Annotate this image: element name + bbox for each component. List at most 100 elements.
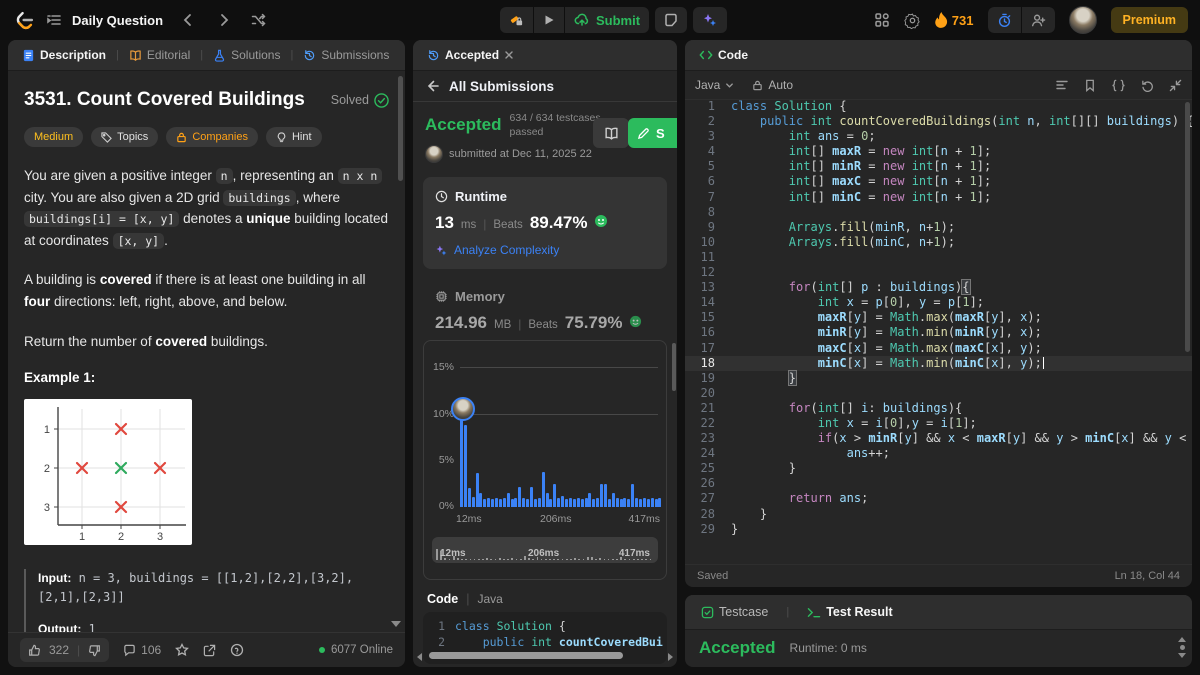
code-line[interactable]: 6 int[] maxC = new int[n + 1];: [685, 174, 1192, 189]
tab-accepted-submission[interactable]: Accepted: [423, 48, 518, 62]
leetcode-logo[interactable]: [14, 9, 36, 31]
star-icon[interactable]: [175, 643, 190, 657]
code-line[interactable]: 14 int x = p[0], y = p[1];: [685, 295, 1192, 310]
histogram-bar[interactable]: [603, 483, 607, 507]
user-runtime-marker[interactable]: [451, 397, 475, 421]
tab-solutions[interactable]: Solutions: [209, 48, 284, 62]
tab-description[interactable]: Description: [18, 48, 110, 62]
histogram-bar[interactable]: [557, 497, 561, 507]
code-line[interactable]: 19 }: [685, 369, 1192, 386]
code-line[interactable]: 3 int ans = 0;: [685, 129, 1192, 144]
all-submissions-back[interactable]: All Submissions: [413, 71, 677, 102]
histogram-bar[interactable]: [565, 498, 569, 507]
problem-list-icon[interactable]: [46, 12, 62, 28]
histogram-bar[interactable]: [600, 483, 604, 507]
companies-badge[interactable]: Companies: [166, 127, 258, 147]
code-line[interactable]: 4 int[] maxR = new int[n + 1];: [685, 144, 1192, 159]
preview-scrollbar[interactable]: [429, 652, 623, 659]
histogram-bar[interactable]: [615, 497, 619, 507]
histogram-bar[interactable]: [549, 498, 553, 507]
code-line[interactable]: 12: [685, 265, 1192, 280]
format-code-icon[interactable]: [1055, 78, 1069, 92]
histogram-bar[interactable]: [495, 497, 499, 507]
runtime-card[interactable]: Runtime 13 ms | Beats 89.47% Analyze Com…: [423, 177, 667, 270]
scroll-left-arrow[interactable]: [417, 653, 422, 661]
close-tab-icon[interactable]: [504, 50, 514, 60]
code-line[interactable]: 21 for(int[] i: buildings){: [685, 401, 1192, 416]
code-line[interactable]: 9 Arrays.fill(minR, n+1);: [685, 220, 1192, 235]
histogram-bar[interactable]: [596, 497, 600, 507]
histogram-bar[interactable]: [607, 498, 611, 507]
add-user-button[interactable]: [1021, 7, 1055, 33]
histogram-bar[interactable]: [568, 497, 572, 507]
histogram-bar[interactable]: [646, 498, 650, 507]
run-button[interactable]: [534, 7, 564, 33]
code-line[interactable]: 28 }: [685, 507, 1192, 522]
histogram-bar[interactable]: [650, 497, 654, 507]
histogram-bar[interactable]: [642, 497, 646, 507]
code-line[interactable]: 10 Arrays.fill(minC, n+1);: [685, 235, 1192, 250]
histogram-bar[interactable]: [522, 497, 526, 507]
histogram-bar[interactable]: [635, 497, 639, 507]
streak-counter[interactable]: 731: [935, 12, 974, 28]
histogram-bar[interactable]: [475, 473, 479, 507]
collapse-icon[interactable]: [1169, 79, 1182, 92]
histogram-bar[interactable]: [580, 498, 584, 507]
histogram-bar[interactable]: [537, 497, 541, 507]
topics-badge[interactable]: Topics: [91, 127, 159, 147]
histogram-bar[interactable]: [471, 496, 475, 507]
ai-assistant-button[interactable]: [693, 7, 728, 33]
left-panel-scrollbar[interactable]: [398, 76, 403, 181]
code-line[interactable]: 18 minC[x] = Math.min(minC[x], y);: [685, 355, 1192, 371]
histogram-bar[interactable]: [502, 497, 506, 507]
histogram-bar[interactable]: [506, 493, 510, 507]
code-line[interactable]: 27 return ans;: [685, 491, 1192, 506]
debug-button[interactable]: [500, 7, 533, 33]
code-line[interactable]: 15 maxR[y] = Math.max(maxR[y], x);: [685, 310, 1192, 325]
shuffle-icon[interactable]: [251, 12, 267, 28]
histogram-bar[interactable]: [588, 493, 592, 507]
editor-scrollbar[interactable]: [1185, 102, 1190, 352]
code-line[interactable]: 23 if(x > minR[y] && x < maxR[y] && y > …: [685, 431, 1192, 446]
histogram-bar[interactable]: [479, 493, 483, 507]
hint-badge[interactable]: Hint: [265, 127, 322, 147]
code-line[interactable]: 1 class Solution {: [685, 99, 1192, 114]
histogram-bar[interactable]: [631, 483, 635, 507]
next-question-icon[interactable]: [217, 13, 231, 27]
bookmark-icon[interactable]: [1084, 79, 1096, 92]
histogram-bar[interactable]: [611, 493, 615, 507]
mid-panel-scrollbar[interactable]: [672, 343, 676, 391]
histogram-bar[interactable]: [572, 498, 576, 507]
undo-icon[interactable]: [1141, 79, 1154, 92]
apps-grid-icon[interactable]: [874, 12, 890, 28]
help-icon[interactable]: [230, 643, 244, 657]
testcase-scroll-widget[interactable]: [1178, 637, 1186, 658]
histogram-bar[interactable]: [561, 495, 565, 507]
editorial-book-button[interactable]: [593, 118, 629, 148]
histogram-bar[interactable]: [526, 498, 530, 507]
histogram-bar[interactable]: [541, 471, 545, 507]
histogram-bar[interactable]: [619, 498, 623, 507]
settings-gear-icon[interactable]: [904, 12, 921, 29]
daily-question-link[interactable]: Daily Question: [72, 13, 163, 28]
tab-editorial[interactable]: Editorial: [125, 48, 194, 62]
histogram-bar[interactable]: [533, 498, 537, 507]
histogram-bar[interactable]: [467, 488, 471, 507]
histogram-bar[interactable]: [592, 498, 596, 507]
histogram-bar[interactable]: [483, 498, 487, 507]
tab-submissions[interactable]: Submissions: [299, 48, 393, 62]
code-line[interactable]: 25 }: [685, 461, 1192, 476]
code-line[interactable]: 24 ans++;: [685, 446, 1192, 461]
histogram-bar[interactable]: [658, 497, 662, 507]
code-line[interactable]: 22 int x = i[0],y = i[1];: [685, 416, 1192, 431]
tab-testcase[interactable]: Testcase: [697, 605, 772, 619]
histogram-bar[interactable]: [627, 498, 631, 507]
vote-widget[interactable]: 322 |: [20, 638, 110, 662]
histogram-bar[interactable]: [460, 408, 463, 507]
code-editor[interactable]: 1 class Solution {2 public int countCover…: [685, 99, 1192, 565]
timer-button[interactable]: [987, 7, 1021, 33]
code-line[interactable]: 20: [685, 386, 1192, 401]
notes-button[interactable]: [655, 7, 688, 33]
histogram-bar[interactable]: [654, 498, 658, 507]
share-icon[interactable]: [203, 644, 216, 657]
